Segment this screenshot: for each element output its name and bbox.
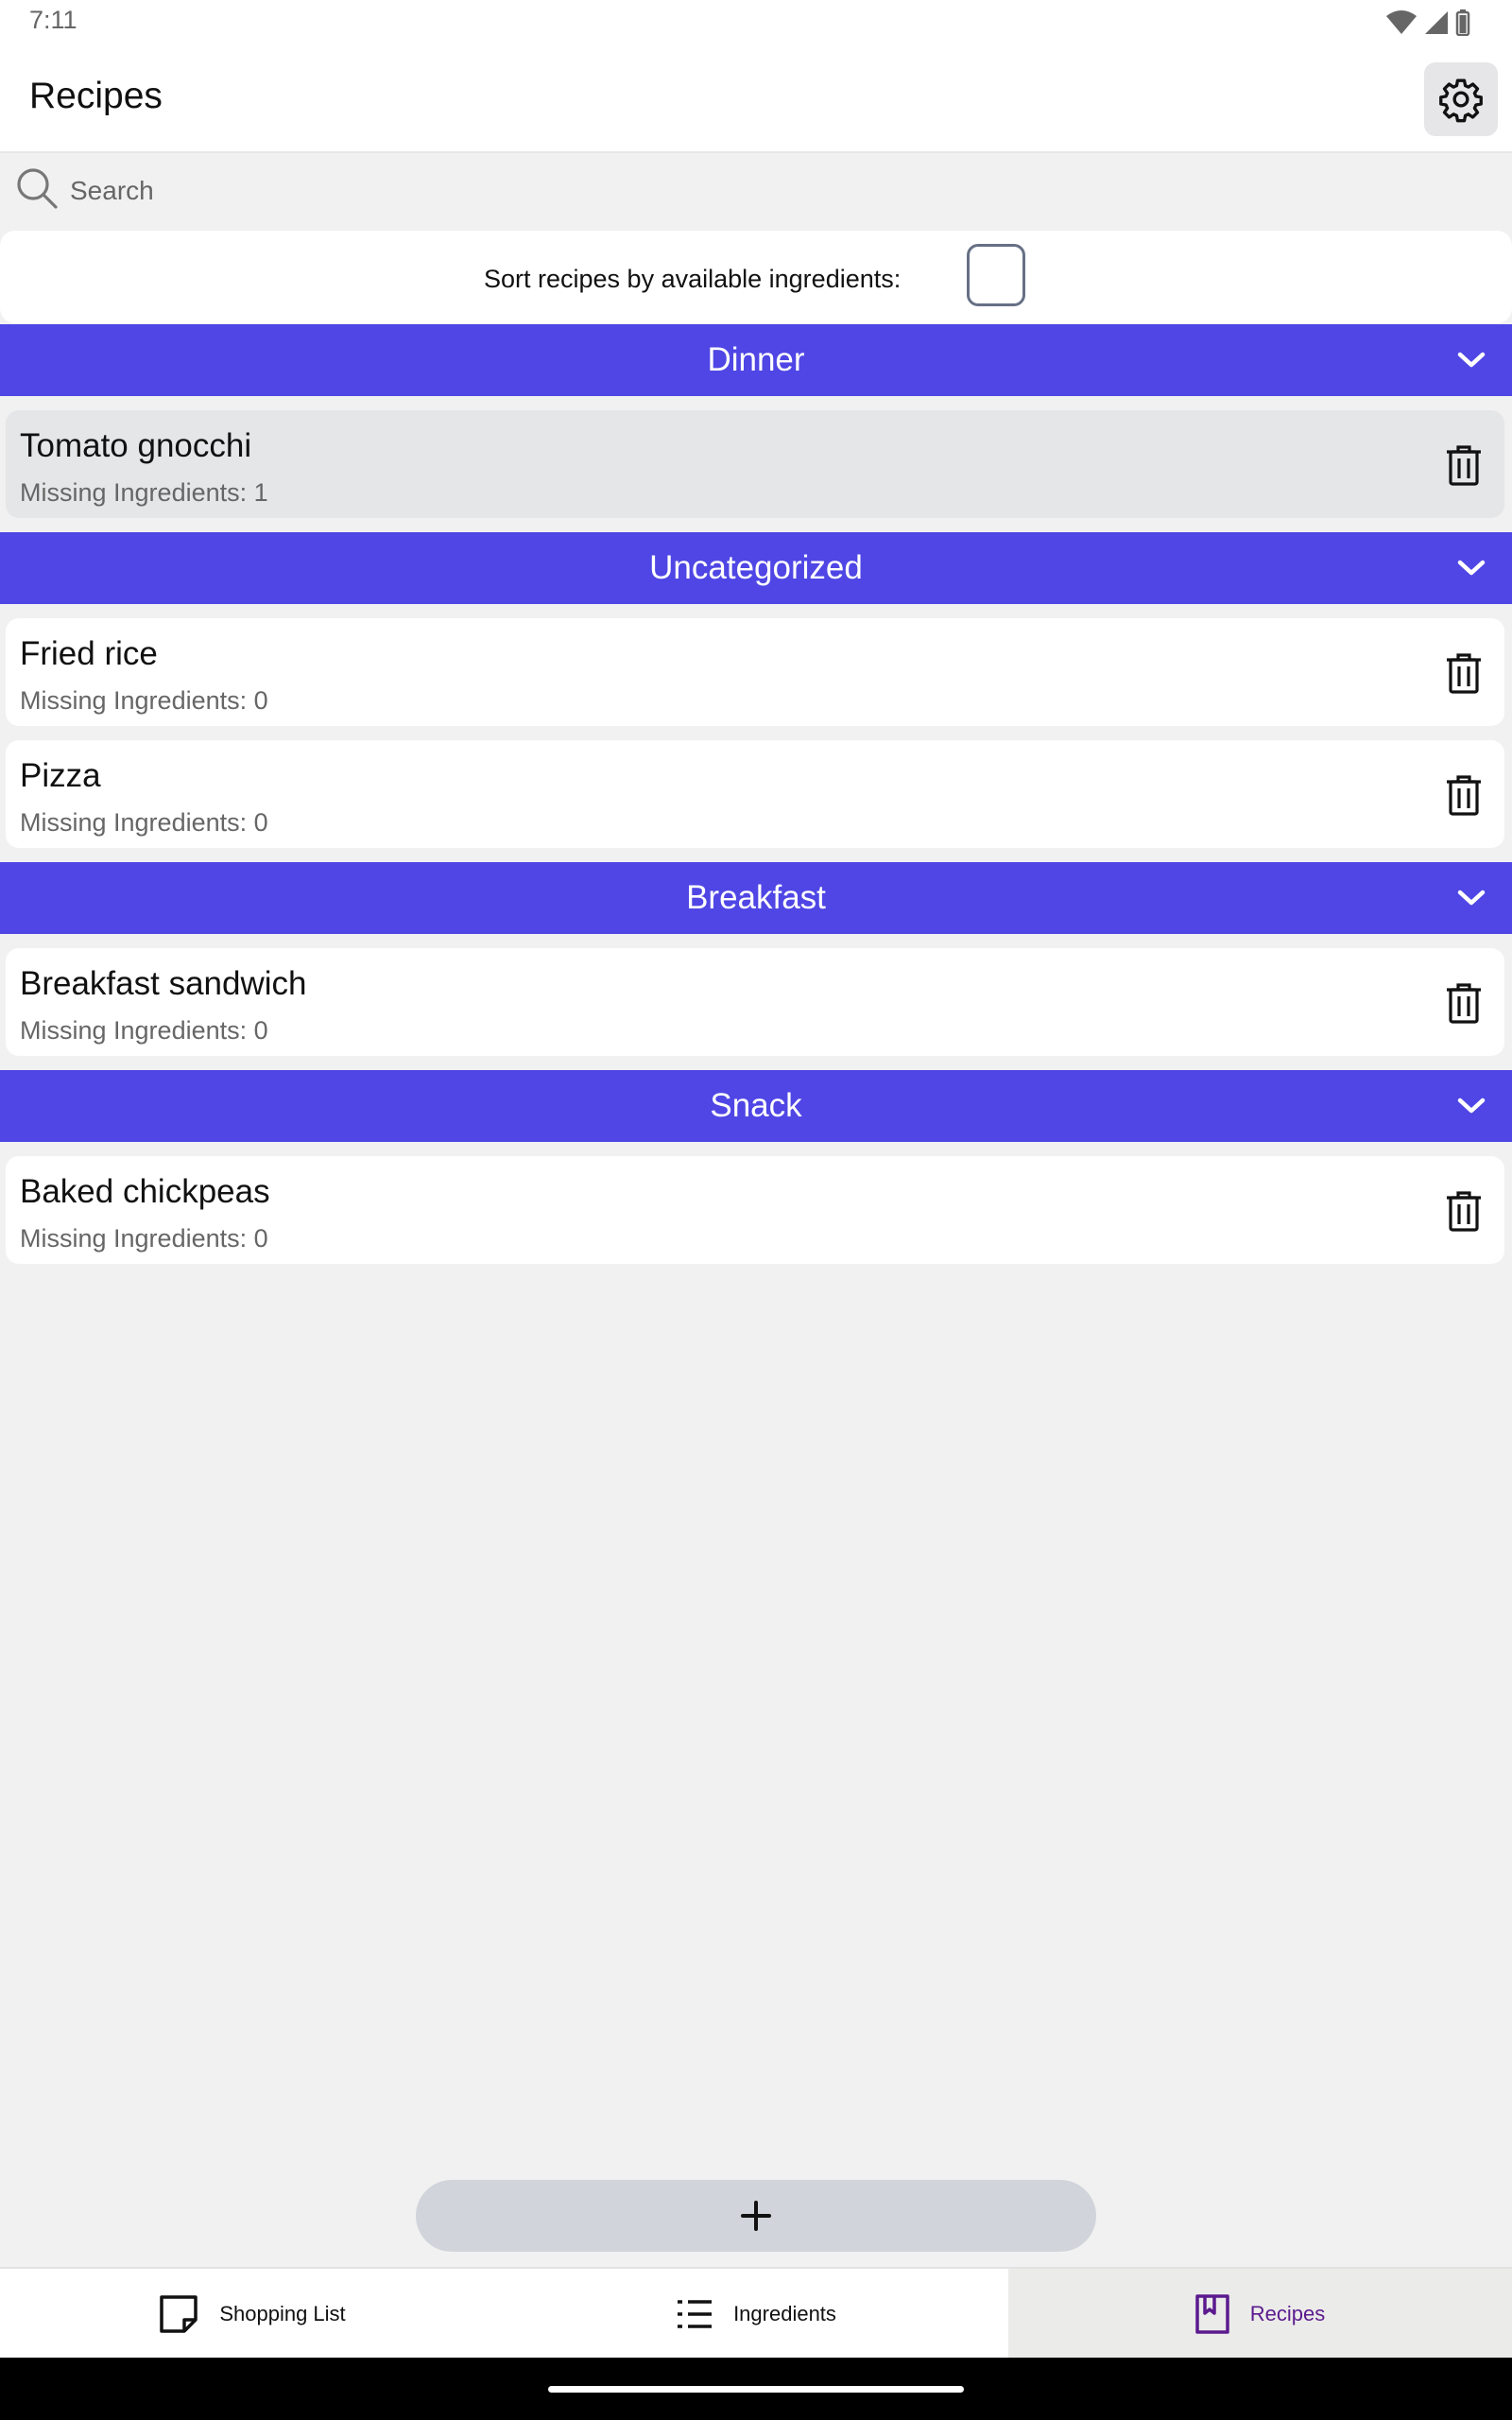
recipe-name: Pizza <box>20 757 101 794</box>
chevron-down-icon[interactable] <box>1457 555 1486 579</box>
book-icon <box>1195 2294 1229 2334</box>
category-header-snack[interactable]: Snack <box>0 1070 1512 1142</box>
trash-icon[interactable] <box>1444 774 1484 816</box>
category-title: Snack <box>710 1087 802 1124</box>
system-nav-bar <box>0 2358 1512 2420</box>
bottom-nav: Shopping List Ingredients Recipes <box>0 2267 1512 2360</box>
recipe-missing-count: Missing Ingredients: 0 <box>20 1016 268 1045</box>
sort-row: Sort recipes by available ingredients: <box>0 231 1512 323</box>
wifi-icon <box>1386 10 1417 34</box>
category-header-uncategorized[interactable]: Uncategorized <box>0 532 1512 604</box>
recipe-card[interactable]: Pizza Missing Ingredients: 0 <box>6 740 1504 848</box>
tab-label: Shopping List <box>219 2302 346 2325</box>
recipe-missing-count: Missing Ingredients: 1 <box>20 478 268 507</box>
recipe-card[interactable]: Baked chickpeas Missing Ingredients: 0 <box>6 1156 1504 1264</box>
category-title: Breakfast <box>686 879 826 916</box>
trash-icon[interactable] <box>1444 1190 1484 1232</box>
chevron-down-icon[interactable] <box>1457 1093 1486 1117</box>
battery-icon <box>1455 9 1470 36</box>
category-header-breakfast[interactable]: Breakfast <box>0 862 1512 934</box>
chevron-down-icon[interactable] <box>1457 347 1486 372</box>
search-input[interactable] <box>68 166 1470 216</box>
app-bar: Recipes <box>0 47 1512 153</box>
trash-icon[interactable] <box>1444 982 1484 1024</box>
add-recipe-button[interactable] <box>416 2180 1096 2252</box>
recipe-missing-count: Missing Ingredients: 0 <box>20 1224 268 1253</box>
tab-shopping-list[interactable]: Shopping List <box>0 2269 505 2360</box>
tab-ingredients[interactable]: Ingredients <box>505 2269 1008 2360</box>
search-bar <box>0 153 1512 229</box>
settings-button[interactable] <box>1424 62 1498 136</box>
tab-recipes[interactable]: Recipes <box>1008 2269 1512 2360</box>
page-title: Recipes <box>29 76 163 116</box>
chevron-down-icon[interactable] <box>1457 885 1486 909</box>
sort-label: Sort recipes by available ingredients: <box>484 265 902 293</box>
trash-icon[interactable] <box>1444 652 1484 694</box>
recipe-card[interactable]: Breakfast sandwich Missing Ingredients: … <box>6 948 1504 1056</box>
recipe-name: Fried rice <box>20 635 158 672</box>
category-title: Dinner <box>707 341 805 378</box>
tab-label: Recipes <box>1249 2302 1326 2325</box>
list-icon <box>678 2300 713 2328</box>
recipe-name: Tomato gnocchi <box>20 427 252 464</box>
sort-checkbox[interactable] <box>967 244 1025 306</box>
recipe-name: Baked chickpeas <box>20 1173 270 1210</box>
search-icon <box>17 168 58 209</box>
status-icons <box>1385 9 1470 36</box>
recipe-card[interactable]: Tomato gnocchi Missing Ingredients: 1 <box>6 410 1504 518</box>
gear-icon <box>1439 78 1483 123</box>
tab-label: Ingredients <box>733 2302 836 2325</box>
status-time: 7:11 <box>29 6 77 34</box>
category-header-dinner[interactable]: Dinner <box>0 324 1512 396</box>
recipe-missing-count: Missing Ingredients: 0 <box>20 686 268 715</box>
note-icon <box>160 2295 198 2333</box>
plus-icon <box>741 2201 771 2231</box>
recipe-missing-count: Missing Ingredients: 0 <box>20 808 268 837</box>
category-title: Uncategorized <box>649 549 863 586</box>
home-handle[interactable] <box>548 2386 964 2393</box>
recipe-name: Breakfast sandwich <box>20 965 307 1002</box>
recipe-card[interactable]: Fried rice Missing Ingredients: 0 <box>6 618 1504 726</box>
trash-icon[interactable] <box>1444 444 1484 486</box>
status-bar: 7:11 <box>0 0 1512 47</box>
signal-icon <box>1425 11 1448 34</box>
